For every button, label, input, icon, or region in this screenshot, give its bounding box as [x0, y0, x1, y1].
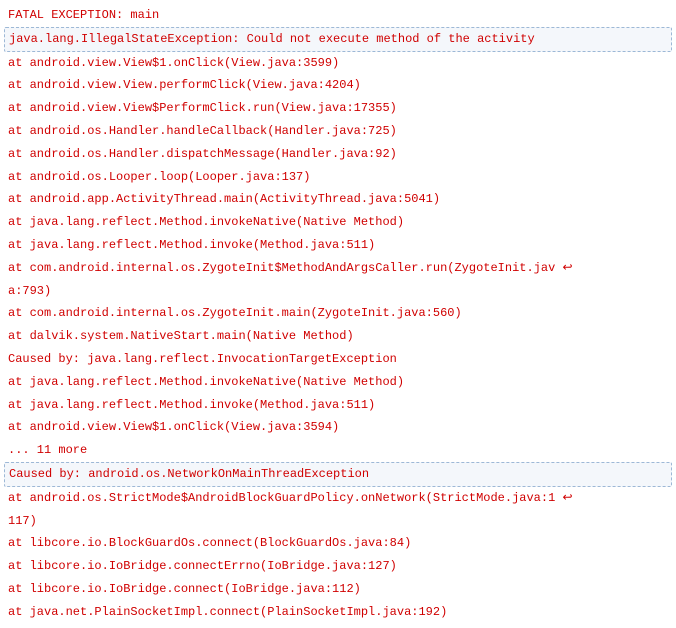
- stack-trace-line: at android.app.ActivityThread.main(Activ…: [4, 188, 672, 211]
- stack-trace-line-highlighted: Caused by: android.os.NetworkOnMainThrea…: [4, 462, 672, 487]
- stack-trace-line: FATAL EXCEPTION: main: [4, 4, 672, 27]
- stack-trace-line: Caused by: java.lang.reflect.InvocationT…: [4, 348, 672, 371]
- stack-trace-line: at android.view.View$PerformClick.run(Vi…: [4, 97, 672, 120]
- stack-trace-line: at android.os.Looper.loop(Looper.java:13…: [4, 166, 672, 189]
- stack-trace-line: at java.lang.reflect.Method.invoke(Metho…: [4, 234, 672, 257]
- stack-trace-line: at android.view.View$1.onClick(View.java…: [4, 52, 672, 75]
- stack-trace-line: at android.os.Handler.handleCallback(Han…: [4, 120, 672, 143]
- stack-trace-line: at android.os.Handler.dispatchMessage(Ha…: [4, 143, 672, 166]
- stack-trace-line: at java.lang.reflect.Method.invokeNative…: [4, 371, 672, 394]
- stack-trace-line: at com.android.internal.os.ZygoteInit.ma…: [4, 302, 672, 325]
- stack-trace-line: at android.view.View.performClick(View.j…: [4, 74, 672, 97]
- stack-trace-line: ... 11 more: [4, 439, 672, 462]
- stack-trace-line: at libcore.io.BlockGuardOs.connect(Block…: [4, 532, 672, 555]
- stack-trace-line: at android.os.StrictMode$AndroidBlockGua…: [4, 487, 672, 533]
- stack-trace-line: at android.view.View$1.onClick(View.java…: [4, 416, 672, 439]
- stack-trace-log: FATAL EXCEPTION: mainjava.lang.IllegalSt…: [4, 4, 672, 624]
- stack-trace-line: at com.android.internal.os.ZygoteInit$Me…: [4, 257, 672, 303]
- stack-trace-line: at java.lang.reflect.Method.invoke(Metho…: [4, 394, 672, 417]
- stack-trace-line: at libcore.io.IoBridge.connect(IoBridge.…: [4, 578, 672, 601]
- stack-trace-line: at java.lang.reflect.Method.invokeNative…: [4, 211, 672, 234]
- stack-trace-line: at java.net.PlainSocketImpl.connect(Plai…: [4, 601, 672, 624]
- stack-trace-line: at dalvik.system.NativeStart.main(Native…: [4, 325, 672, 348]
- stack-trace-line-highlighted: java.lang.IllegalStateException: Could n…: [4, 27, 672, 52]
